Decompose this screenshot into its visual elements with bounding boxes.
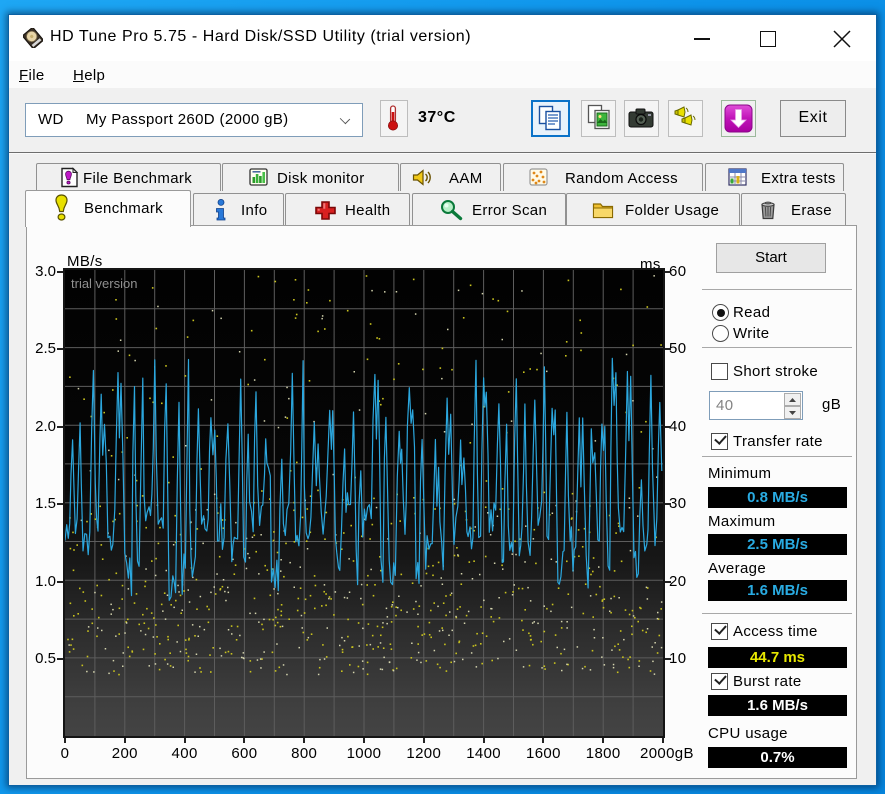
- svg-text:trial version: trial version: [71, 276, 137, 291]
